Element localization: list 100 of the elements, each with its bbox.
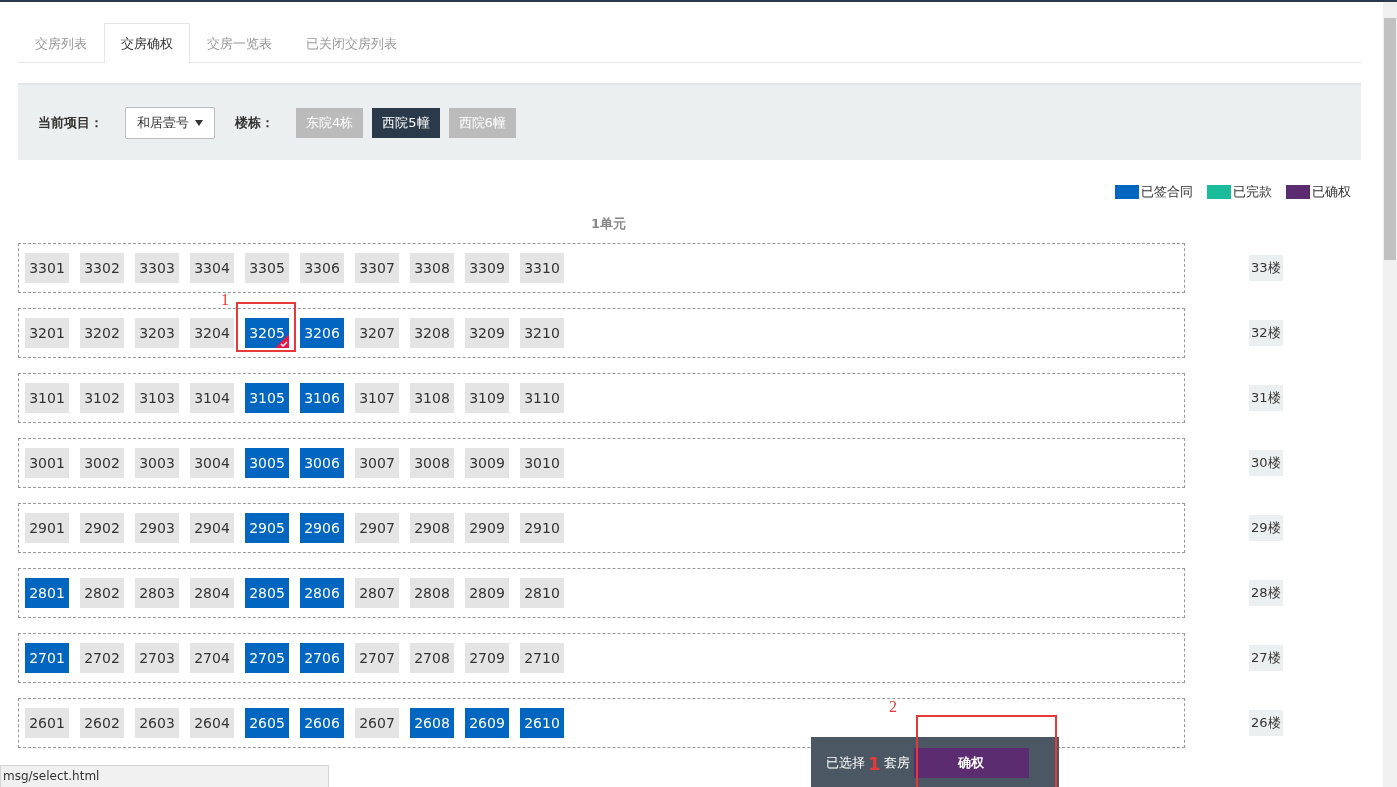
tab[interactable]: 交房确权 [104, 23, 190, 63]
unit-button[interactable]: 2706 [300, 643, 344, 673]
unit-button[interactable]: 2802 [80, 578, 124, 608]
unit-button[interactable]: 3001 [25, 448, 69, 478]
unit-button[interactable]: 2806 [300, 578, 344, 608]
floor-label: 28楼 [1249, 580, 1283, 606]
unit-button[interactable]: 3104 [190, 383, 234, 413]
unit-button[interactable]: 3110 [520, 383, 564, 413]
unit-button[interactable]: 2601 [25, 708, 69, 738]
unit-button[interactable]: 3206 [300, 318, 344, 348]
floor-label: 31楼 [1249, 385, 1283, 411]
unit-button[interactable]: 3201 [25, 318, 69, 348]
unit-button[interactable]: 3010 [520, 448, 564, 478]
unit-button[interactable]: 3103 [135, 383, 179, 413]
unit-button[interactable]: 2603 [135, 708, 179, 738]
unit-button[interactable]: 3208 [410, 318, 454, 348]
unit-button[interactable]: 2810 [520, 578, 564, 608]
unit-button[interactable]: 3304 [190, 253, 234, 283]
unit-button[interactable]: 3002 [80, 448, 124, 478]
project-dropdown[interactable]: 和居壹号 [125, 106, 215, 139]
legend-label: 已签合同 [1141, 183, 1193, 201]
unit-button[interactable]: 3308 [410, 253, 454, 283]
unit-button[interactable]: 2610 [520, 708, 564, 738]
unit-button[interactable]: 2804 [190, 578, 234, 608]
unit-button[interactable]: 3008 [410, 448, 454, 478]
unit-button[interactable]: 3106 [300, 383, 344, 413]
unit-button[interactable]: 2908 [410, 513, 454, 543]
selection-text: 套房 [883, 754, 910, 772]
unit-button[interactable]: 2606 [300, 708, 344, 738]
unit-button[interactable]: 3007 [355, 448, 399, 478]
unit-button[interactable]: 3003 [135, 448, 179, 478]
unit-title: 1单元 [591, 216, 627, 231]
unit-button[interactable]: 3108 [410, 383, 454, 413]
unit-button[interactable]: 2808 [410, 578, 454, 608]
unit-button[interactable]: 2707 [355, 643, 399, 673]
unit-button[interactable]: 3302 [80, 253, 124, 283]
unit-button[interactable]: 2701 [25, 643, 69, 673]
floor-label: 27楼 [1249, 645, 1283, 671]
unit-button[interactable]: 2909 [465, 513, 509, 543]
unit-button[interactable]: 2705 [245, 643, 289, 673]
unit-button[interactable]: 2604 [190, 708, 234, 738]
unit-button[interactable]: 2602 [80, 708, 124, 738]
unit-button[interactable]: 3309 [465, 253, 509, 283]
confirm-button[interactable]: 确权 [913, 748, 1029, 778]
building-label: 楼栋： [235, 113, 274, 132]
unit-button[interactable]: 2702 [80, 643, 124, 673]
legend-label: 已确权 [1312, 183, 1351, 201]
unit-button[interactable]: 3009 [465, 448, 509, 478]
unit-button[interactable]: 3210 [520, 318, 564, 348]
unit-button[interactable]: 3307 [355, 253, 399, 283]
unit-button[interactable]: 2704 [190, 643, 234, 673]
unit-button[interactable]: 2907 [355, 513, 399, 543]
unit-button[interactable]: 2708 [410, 643, 454, 673]
unit-button[interactable]: 3105 [245, 383, 289, 413]
unit-button[interactable]: 2607 [355, 708, 399, 738]
unit-button[interactable]: 3101 [25, 383, 69, 413]
unit-button[interactable]: 3305 [245, 253, 289, 283]
unit-button[interactable]: 2710 [520, 643, 564, 673]
unit-button[interactable]: 2809 [465, 578, 509, 608]
unit-button[interactable]: 3102 [80, 383, 124, 413]
unit-button[interactable]: 2906 [300, 513, 344, 543]
unit-button[interactable]: 2910 [520, 513, 564, 543]
unit-button[interactable]: 2904 [190, 513, 234, 543]
floor-label: 29楼 [1249, 515, 1283, 541]
highlight-frame [236, 302, 296, 352]
unit-button[interactable]: 3310 [520, 253, 564, 283]
unit-button[interactable]: 3203 [135, 318, 179, 348]
unit-button[interactable]: 3207 [355, 318, 399, 348]
unit-button[interactable]: 2801 [25, 578, 69, 608]
unit-button[interactable]: 2805 [245, 578, 289, 608]
unit-button[interactable]: 3004 [190, 448, 234, 478]
unit-button[interactable]: 2902 [80, 513, 124, 543]
unit-button[interactable]: 2803 [135, 578, 179, 608]
scrollbar[interactable] [1383, 2, 1397, 787]
unit-button[interactable]: 2608 [410, 708, 454, 738]
unit-button[interactable]: 2807 [355, 578, 399, 608]
unit-button[interactable]: 3209 [465, 318, 509, 348]
building-button[interactable]: 西院5幢 [372, 107, 440, 138]
floor-label: 26楼 [1249, 710, 1283, 736]
unit-button[interactable]: 3306 [300, 253, 344, 283]
unit-button[interactable]: 3204 [190, 318, 234, 348]
unit-button[interactable]: 3005 [245, 448, 289, 478]
unit-button[interactable]: 3202 [80, 318, 124, 348]
unit-button[interactable]: 3205 [245, 318, 289, 348]
unit-button[interactable]: 3301 [25, 253, 69, 283]
project-label: 当前项目： [38, 113, 103, 132]
unit-button[interactable]: 2901 [25, 513, 69, 543]
unit-button[interactable]: 2609 [465, 708, 509, 738]
floor-label: 33楼 [1249, 255, 1283, 281]
unit-button[interactable]: 3107 [355, 383, 399, 413]
unit-button[interactable]: 3109 [465, 383, 509, 413]
floor-label: 30楼 [1249, 450, 1283, 476]
unit-button[interactable]: 3303 [135, 253, 179, 283]
unit-button[interactable]: 2605 [245, 708, 289, 738]
unit-button[interactable]: 2703 [135, 643, 179, 673]
unit-button[interactable]: 3006 [300, 448, 344, 478]
unit-button[interactable]: 2903 [135, 513, 179, 543]
unit-button[interactable]: 2905 [245, 513, 289, 543]
unit-button[interactable]: 2709 [465, 643, 509, 673]
annotation-number: 2 [889, 698, 897, 716]
